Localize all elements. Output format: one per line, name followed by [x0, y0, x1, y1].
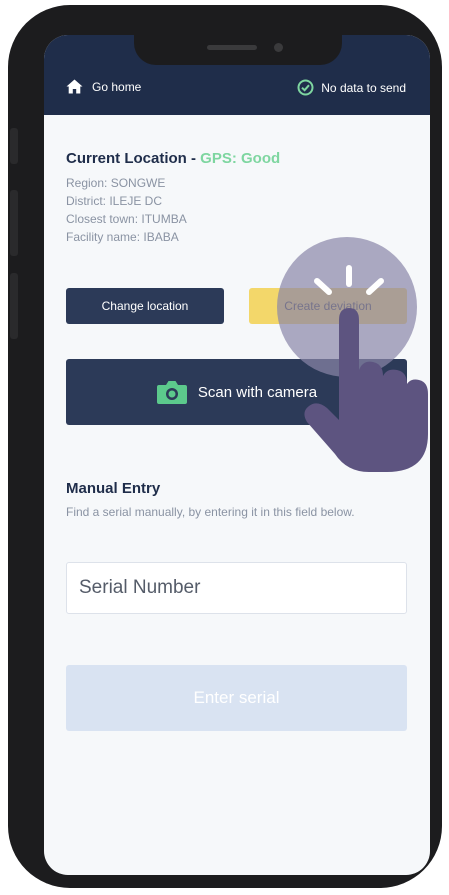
- change-location-button[interactable]: Change location: [66, 288, 224, 324]
- location-details: Region: SONGWE District: ILEJE DC Closes…: [66, 174, 187, 246]
- volume-down-button: [10, 273, 18, 339]
- go-home-link[interactable]: Go home: [66, 79, 141, 94]
- location-title: Current Location -: [66, 150, 196, 167]
- phone-frame: Go home No data to send Current Location…: [8, 5, 442, 888]
- tap-hand-icon: [277, 237, 428, 472]
- closest-town-text: Closest town: ITUMBA: [66, 212, 187, 226]
- front-camera: [274, 43, 283, 52]
- home-icon: [66, 79, 83, 94]
- sync-status: No data to send: [297, 79, 406, 96]
- current-location-heading: Current Location - GPS: Good: [66, 150, 280, 167]
- app-screen: Go home No data to send Current Location…: [44, 35, 430, 875]
- facility-name-text: Facility name: IBABA: [66, 230, 179, 244]
- create-deviation-button[interactable]: Create deviation: [249, 288, 407, 324]
- manual-entry-description: Find a serial manually, by entering it i…: [66, 505, 355, 519]
- region-text: Region: SONGWE: [66, 176, 166, 190]
- volume-up-button: [10, 190, 18, 256]
- scan-with-camera-button[interactable]: Scan with camera: [66, 359, 407, 425]
- enter-serial-button[interactable]: Enter serial: [66, 665, 407, 731]
- district-text: District: ILEJE DC: [66, 194, 163, 208]
- speaker-grille: [207, 45, 257, 50]
- scan-with-camera-label: Scan with camera: [197, 383, 318, 401]
- camera-icon: [156, 381, 187, 404]
- check-circle-icon: [297, 79, 314, 96]
- gps-status: GPS: Good: [200, 150, 281, 167]
- sync-status-label: No data to send: [321, 80, 406, 95]
- serial-number-input[interactable]: [66, 562, 407, 614]
- go-home-label: Go home: [92, 79, 142, 94]
- manual-entry-heading: Manual Entry: [66, 480, 161, 497]
- mute-switch: [10, 128, 18, 164]
- phone-notch: [134, 35, 342, 65]
